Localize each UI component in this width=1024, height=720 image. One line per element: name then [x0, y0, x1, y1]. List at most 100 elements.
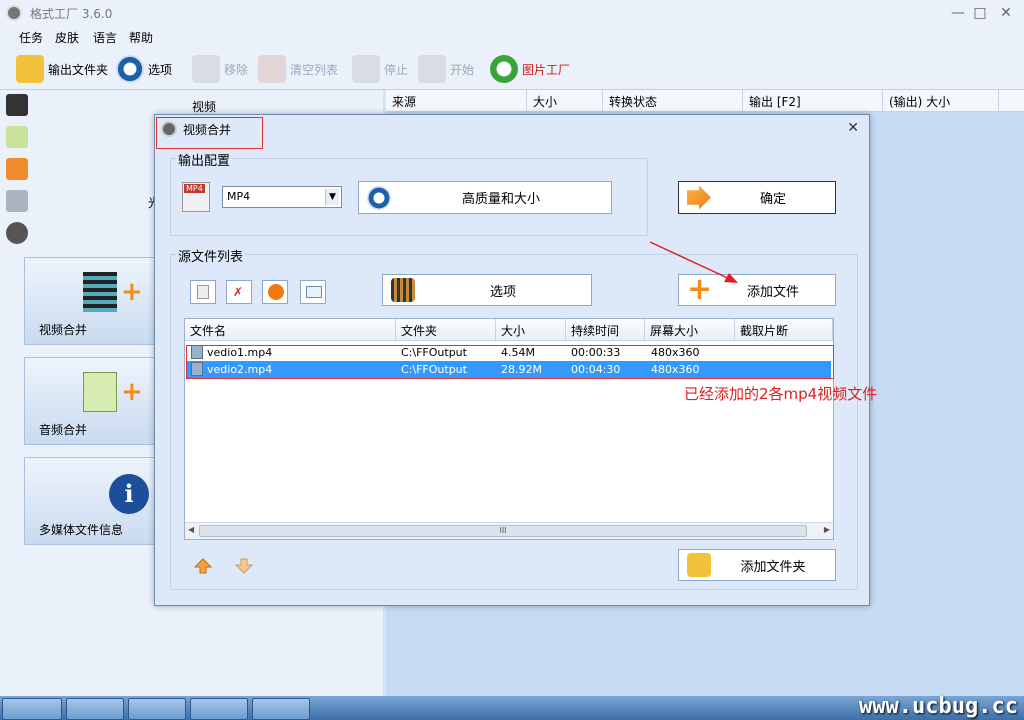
horizontal-scrollbar[interactable]: ◀ III ▶ — [185, 522, 833, 539]
minimize-icon[interactable]: — — [948, 4, 968, 22]
add-folder-button[interactable]: 添加文件夹 — [678, 549, 836, 581]
info-card-icon — [306, 286, 322, 298]
tile-video-join-label: 视频合并 — [39, 323, 88, 337]
audio-category-icon[interactable] — [6, 126, 28, 148]
move-down-icon[interactable] — [234, 557, 254, 575]
taskbar-app-1[interactable] — [2, 698, 62, 720]
file-info-button[interactable] — [300, 280, 326, 304]
stop-button[interactable]: 停止 — [352, 54, 408, 84]
picture-category-icon[interactable] — [6, 158, 28, 180]
menu-help[interactable]: 帮助 — [129, 29, 153, 46]
settings-gear-icon — [116, 55, 144, 83]
picture-factory-icon — [490, 55, 518, 83]
category-header: 视频 — [192, 100, 217, 114]
window-title: 格式工厂 3.6.0 — [30, 7, 113, 21]
col-resolution[interactable]: 屏幕大小 — [645, 319, 735, 341]
play-file-button[interactable] — [262, 280, 288, 304]
move-up-icon[interactable] — [193, 557, 213, 575]
tile-audio-join-label: 音频合并 — [39, 423, 88, 437]
scroll-left-icon[interactable]: ◀ — [188, 525, 194, 534]
mp4-format-icon: MP4 — [182, 182, 210, 212]
annotation-arrow-icon — [649, 241, 738, 283]
picture-factory-label: 图片工厂 — [522, 62, 571, 77]
taskbar-app-3[interactable] — [128, 698, 186, 720]
annotation-text: 已经添加的2各mp4视频文件 — [684, 385, 878, 403]
mp4-format-icon-label: MP4 — [184, 184, 205, 193]
format-select[interactable]: MP4 ▼ — [222, 186, 342, 208]
col-filename[interactable]: 文件名 — [185, 319, 396, 341]
folder-icon — [16, 55, 44, 83]
rom-device-icon[interactable] — [6, 190, 28, 212]
task-table-header: 来源 大小 转换状态 输出 [F2] (输出) 大小 — [386, 90, 1024, 112]
col-clip[interactable]: 截取片断 — [735, 319, 833, 341]
format-select-value: MP4 — [227, 190, 251, 203]
taskbar-app-5[interactable] — [252, 698, 310, 720]
start-button[interactable]: 开始 — [418, 54, 474, 84]
scroll-right-icon[interactable]: ▶ — [824, 525, 830, 534]
remove-label: 移除 — [224, 62, 249, 77]
col-file-size[interactable]: 大小 — [496, 319, 566, 341]
scrollbar-thumb[interactable]: III — [199, 525, 807, 537]
col-output[interactable]: 输出 [F2] — [743, 90, 883, 111]
add-folder-label: 添加文件夹 — [740, 559, 806, 575]
remove-icon — [192, 55, 220, 83]
delete-x-icon: ✗ — [233, 285, 244, 299]
audio-join-icon: + — [83, 372, 157, 412]
col-status[interactable]: 转换状态 — [603, 90, 743, 111]
quality-size-button[interactable]: 高质量和大小 — [358, 181, 612, 214]
col-folder[interactable]: 文件夹 — [396, 319, 496, 341]
close-icon[interactable]: ✕ — [996, 4, 1016, 22]
title-bar: 格式工厂 3.6.0 — □ ✕ — [0, 0, 1024, 26]
file-list-header: 文件名 文件夹 大小 持续时间 屏幕大小 截取片断 — [185, 319, 833, 341]
col-output-size[interactable]: (输出) 大小 — [883, 90, 999, 111]
remove-file-button[interactable] — [190, 280, 216, 304]
col-duration[interactable]: 持续时间 — [566, 319, 645, 341]
quality-size-label: 高质量和大小 — [461, 192, 540, 207]
maximize-icon[interactable]: □ — [970, 4, 990, 22]
col-size[interactable]: 大小 — [527, 90, 603, 111]
taskbar-app-4[interactable] — [190, 698, 248, 720]
play-icon — [268, 284, 284, 300]
category-sidebar — [6, 94, 32, 254]
col-source[interactable]: 来源 — [386, 90, 527, 111]
tile-video-join[interactable]: + 视频合并 — [24, 257, 164, 345]
video-join-icon: + — [83, 272, 157, 312]
tile-media-info-label: 多媒体文件信息 — [39, 523, 124, 537]
rows-highlight-box — [186, 345, 834, 379]
tile-media-info[interactable]: i 多媒体文件信息 — [24, 457, 164, 545]
options-button[interactable]: 选项 — [116, 54, 172, 84]
scrollbar-grip: III — [499, 526, 507, 535]
ok-button[interactable]: 确定 — [678, 181, 836, 214]
menu-bar: 任务 皮肤 语言 帮助 — [0, 26, 1024, 48]
settings-gear-icon — [367, 185, 391, 210]
stop-label: 停止 — [384, 62, 409, 77]
video-category-icon[interactable] — [6, 94, 28, 116]
start-icon — [418, 55, 446, 83]
menu-skin[interactable]: 皮肤 — [55, 29, 79, 46]
remove-file-icon — [197, 285, 209, 299]
ok-label: 确定 — [759, 192, 786, 207]
picture-factory-button[interactable]: 图片工厂 — [490, 54, 570, 84]
start-label: 开始 — [450, 62, 475, 77]
film-options-icon — [391, 278, 415, 302]
dialog-close-icon[interactable]: ✕ — [847, 120, 859, 136]
stop-icon — [352, 55, 380, 83]
watermark: www.ucbug.cc — [859, 694, 1018, 719]
remove-button[interactable]: 移除 — [192, 54, 248, 84]
menu-language[interactable]: 语言 — [93, 29, 117, 46]
menu-task[interactable]: 任务 — [19, 29, 43, 46]
clear-icon — [258, 55, 286, 83]
arrow-right-icon — [687, 185, 711, 210]
clip-options-button[interactable]: 选项 — [382, 274, 592, 306]
taskbar-app-2[interactable] — [66, 698, 124, 720]
title-highlight-box — [156, 117, 263, 149]
clear-list-button[interactable]: 清空列表 — [258, 54, 338, 84]
advanced-tools-icon[interactable] — [6, 222, 28, 244]
options-label: 选项 — [148, 62, 173, 77]
clear-files-button[interactable]: ✗ — [226, 280, 252, 304]
source-files-label: 源文件列表 — [176, 246, 246, 265]
output-folder-button[interactable]: 输出文件夹 — [16, 54, 108, 84]
app-logo-icon — [6, 5, 22, 21]
clip-options-label: 选项 — [489, 284, 516, 300]
tile-audio-join[interactable]: + 音频合并 — [24, 357, 164, 445]
